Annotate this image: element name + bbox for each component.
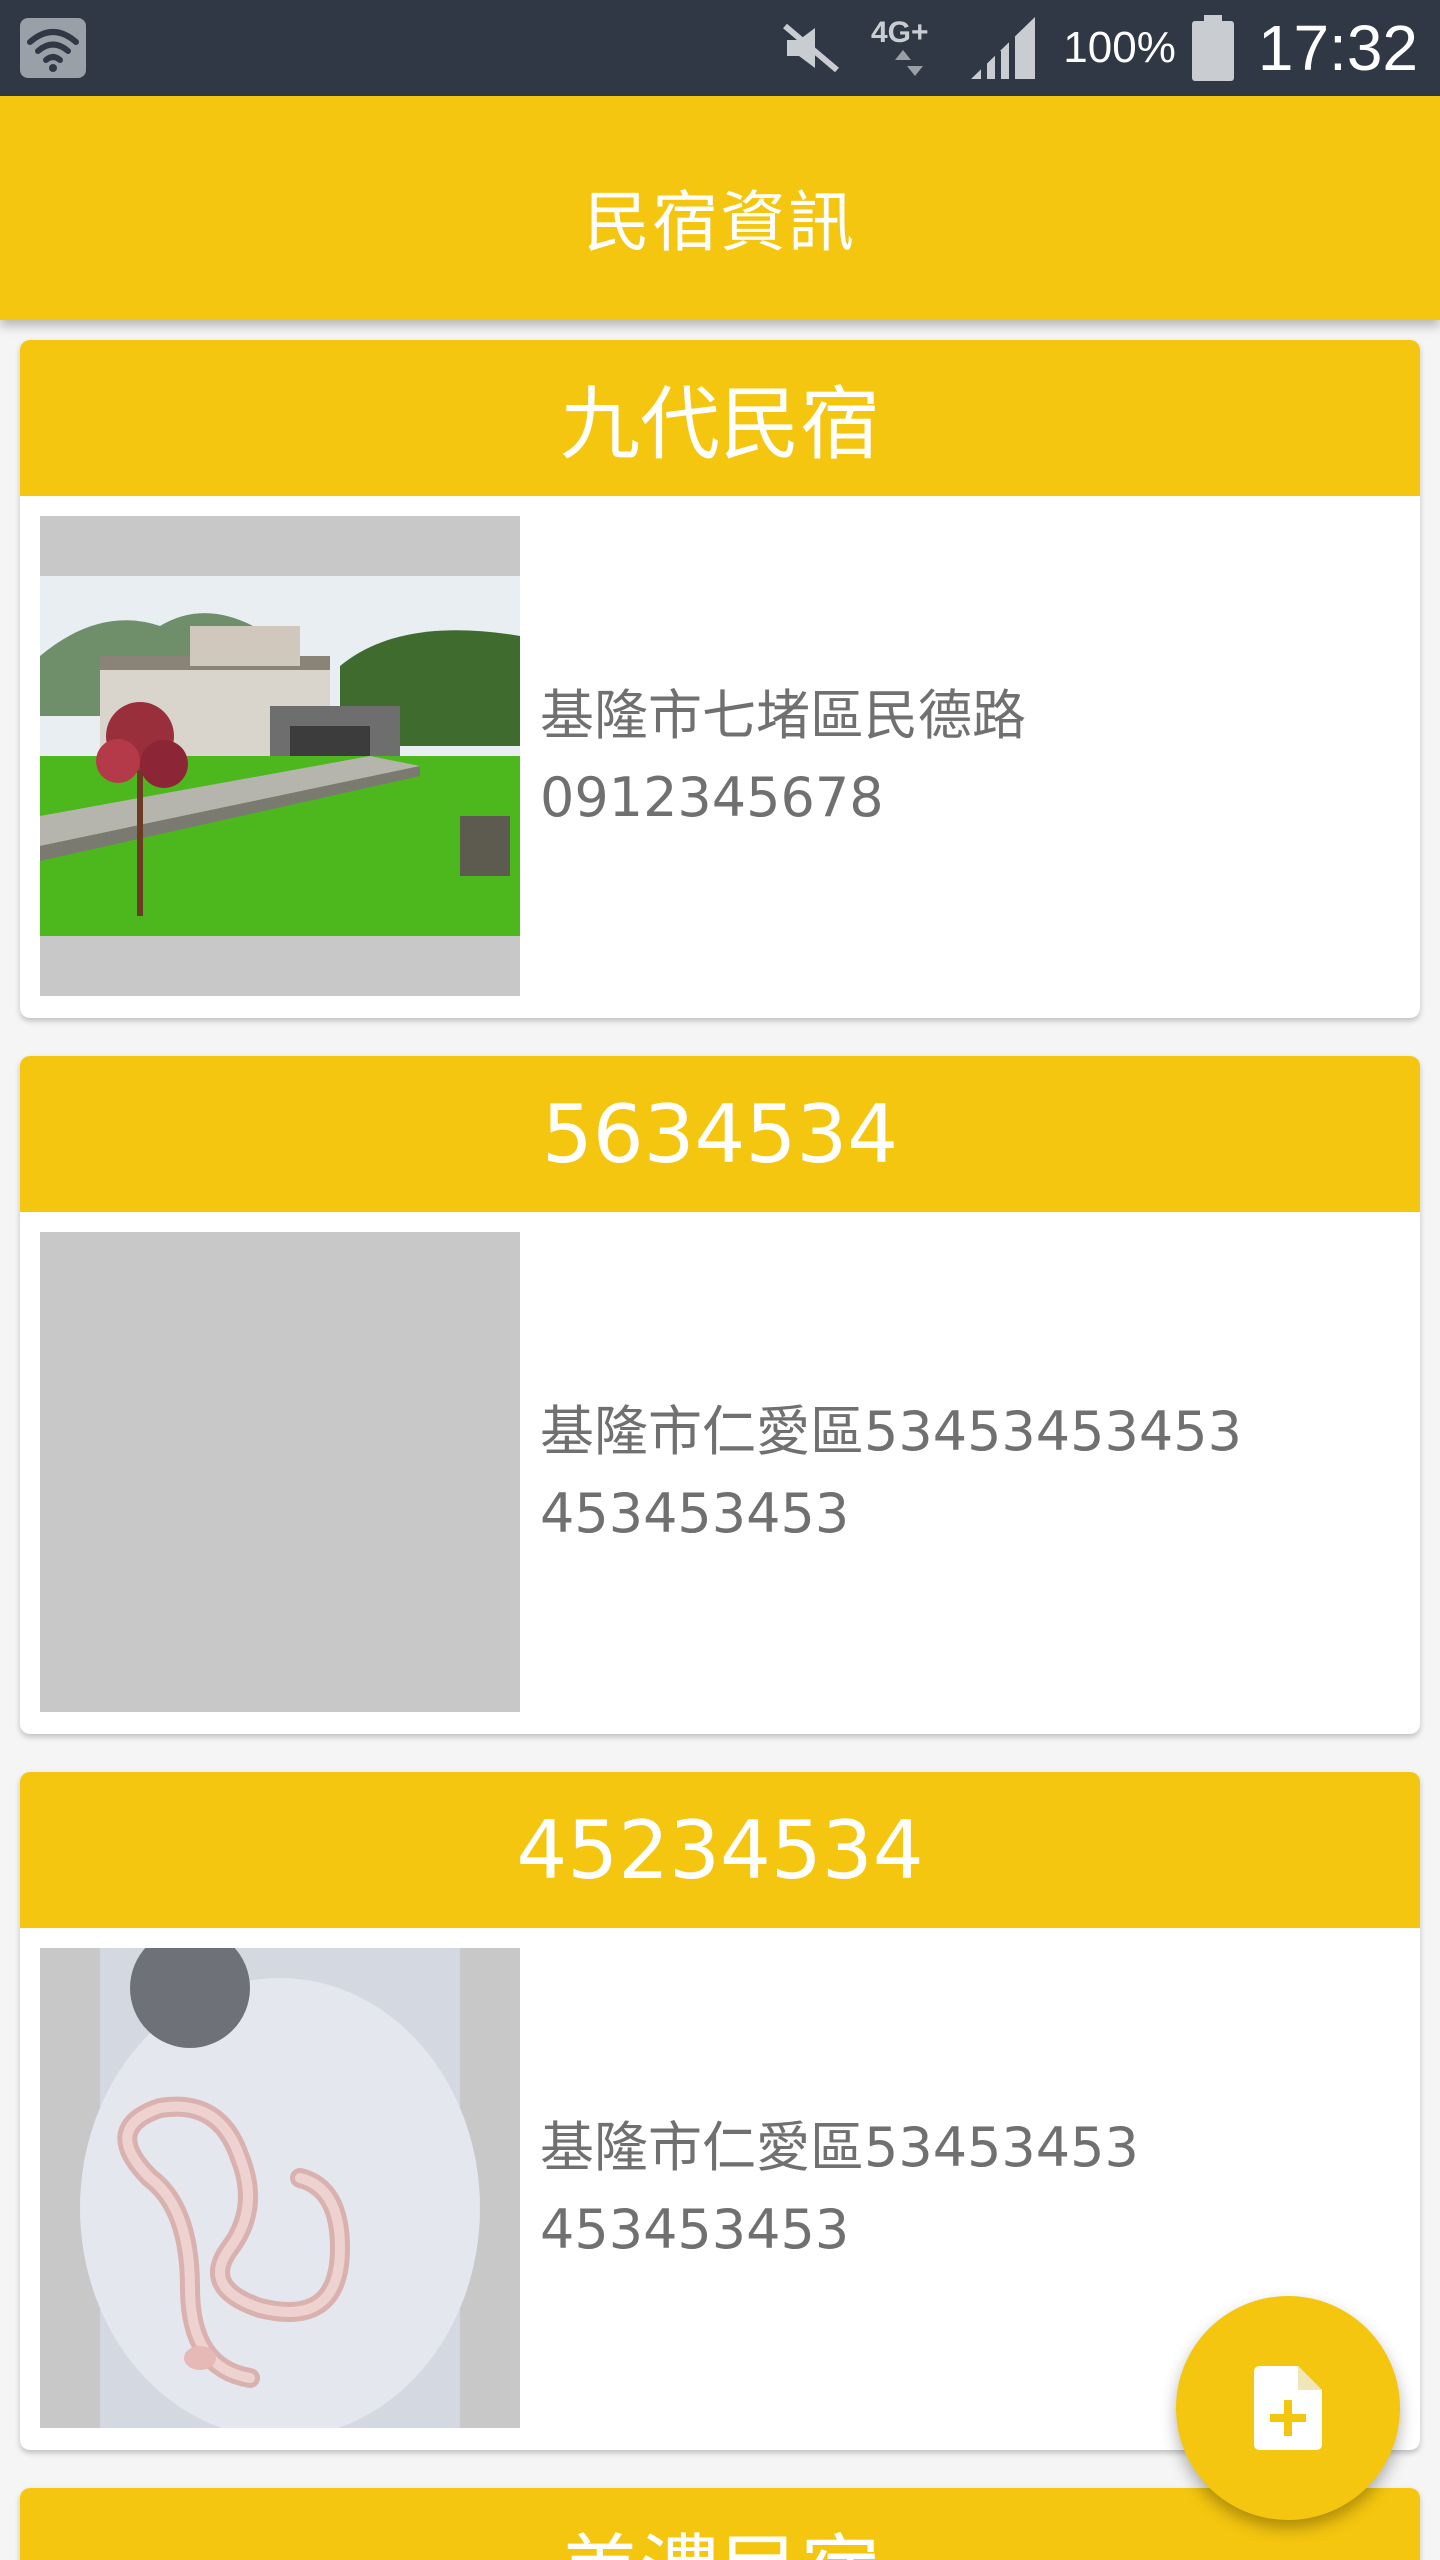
card-title: 美濃民宿 (560, 2508, 880, 2560)
card-phone: 453453453 (540, 2198, 850, 2261)
signal-icon (971, 17, 1036, 79)
screen: 4G+ 100% 17:32 民宿資訊 九代民宿 基隆市七堵區民德路 09123… (0, 0, 1440, 2560)
network-4g-icon: 4G+ (871, 16, 929, 76)
card-phone: 453453453 (540, 1482, 850, 1545)
add-item-button[interactable] (1176, 2296, 1400, 2520)
card-details: 基隆市仁愛區53453453 453453453 (540, 1928, 1139, 2450)
card-title: 5634534 (541, 1087, 899, 1181)
page-title: 民宿資訊 (584, 184, 856, 261)
card-header: 45234534 (20, 1772, 1420, 1928)
card-title: 九代民宿 (560, 378, 880, 471)
card-address: 基隆市七堵區民德路 (540, 684, 1026, 747)
add-file-icon (1254, 2366, 1322, 2450)
card-header: 5634534 (20, 1056, 1420, 1212)
image-placeholder (40, 1232, 520, 1712)
wifi-icon (20, 18, 86, 78)
card-details: 基隆市仁愛區53453453453 453453453 (540, 1212, 1242, 1734)
card-phone: 0912345678 (540, 766, 884, 829)
battery-percent: 100% (1063, 23, 1176, 72)
network-type: 4G+ (871, 16, 929, 49)
card-body: 基隆市七堵區民德路 0912345678 (20, 496, 1420, 1018)
battery-icon (1191, 15, 1234, 81)
clock-time: 17:32 (1257, 12, 1418, 84)
list-item[interactable]: 5634534 基隆市仁愛區53453453453 453453453 (20, 1056, 1420, 1734)
card-title: 45234534 (516, 1803, 924, 1897)
list-item[interactable]: 九代民宿 基隆市七堵區民德路 0912345678 (20, 340, 1420, 1018)
card-header: 美濃民宿 (20, 2488, 1420, 2560)
app-bar: 民宿資訊 (0, 96, 1440, 320)
snake-photo (40, 1948, 520, 2428)
card-body: 基隆市仁愛區53453453453 453453453 (20, 1212, 1420, 1734)
card-header: 九代民宿 (20, 340, 1420, 496)
card-address: 基隆市仁愛區53453453 (540, 2116, 1139, 2179)
list-item[interactable]: 美濃民宿 (20, 2488, 1420, 2560)
house-photo (40, 516, 520, 996)
mute-icon (783, 23, 840, 73)
card-address: 基隆市仁愛區53453453453 (540, 1400, 1242, 1463)
status-bar: 4G+ 100% 17:32 (0, 0, 1440, 96)
card-details: 基隆市七堵區民德路 0912345678 (540, 496, 1026, 1018)
